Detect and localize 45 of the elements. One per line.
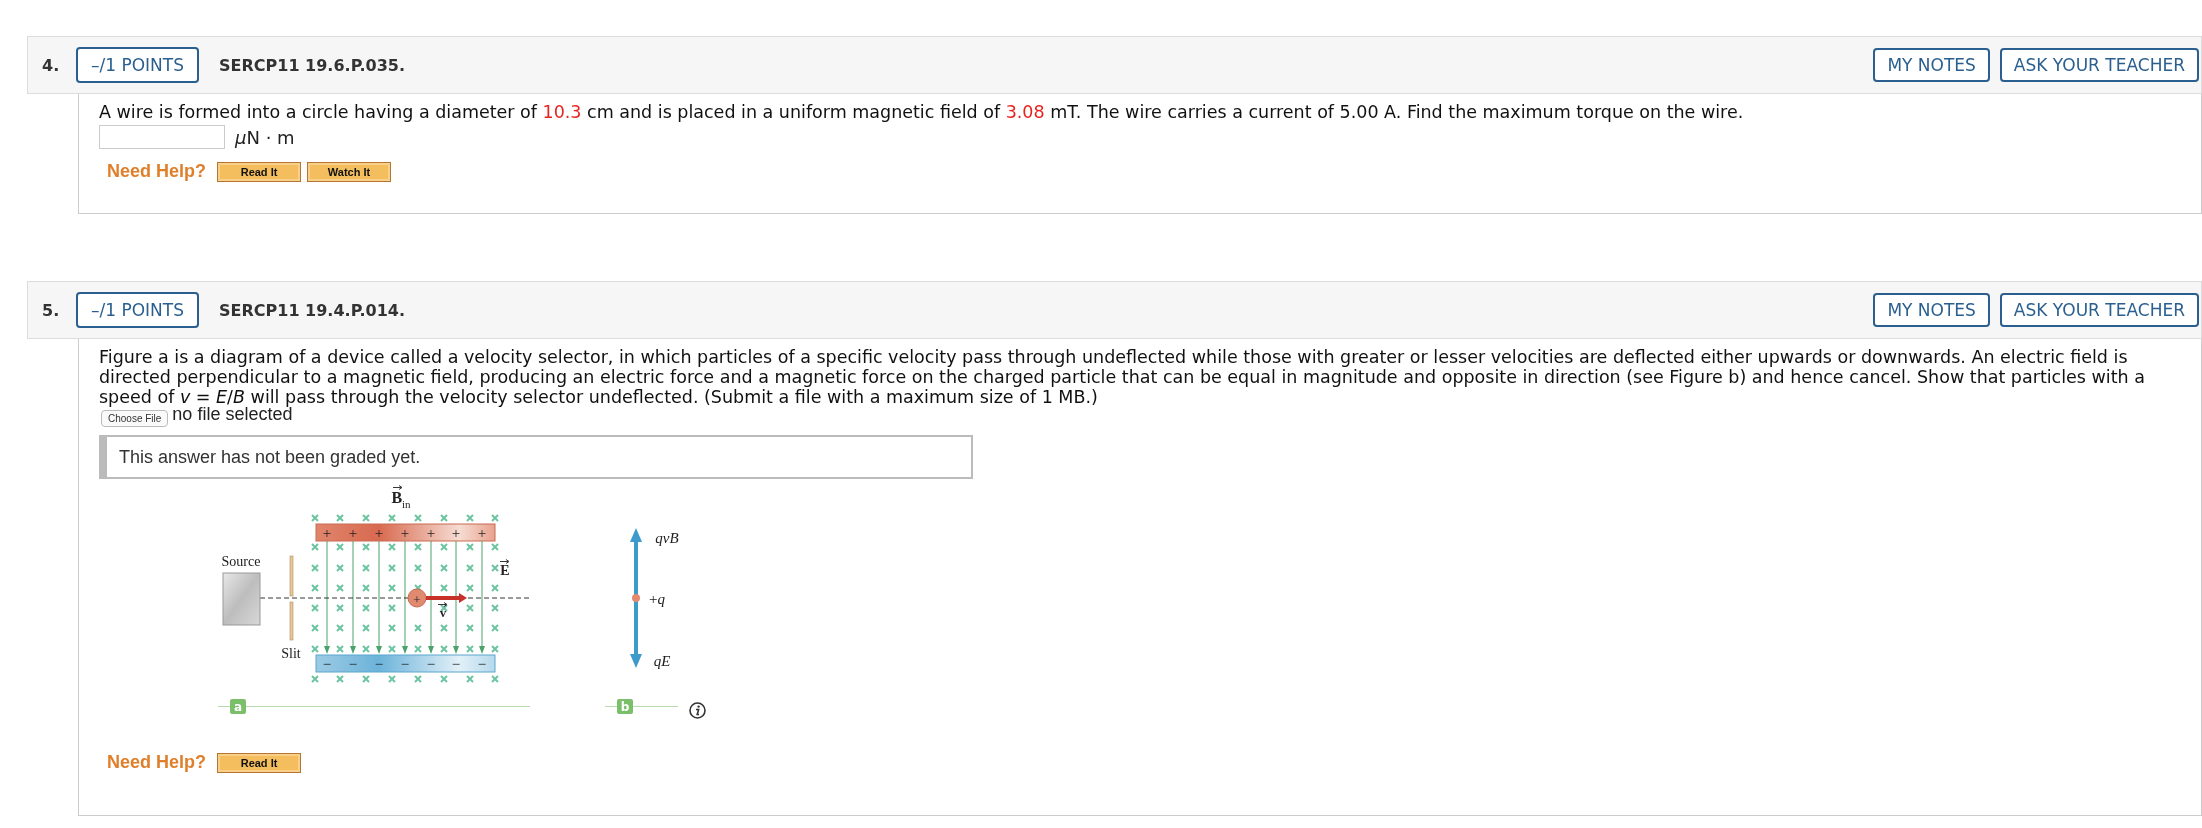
minus-sign: − — [477, 656, 487, 672]
particle-sign: + — [413, 592, 421, 606]
ask-teacher-button[interactable]: ASK YOUR TEACHER — [1999, 293, 2199, 327]
need-help-label: Need Help? — [107, 752, 207, 773]
watch-it-button[interactable]: Watch It — [307, 161, 392, 182]
field-label: B$_{in}$ — [391, 490, 411, 510]
velocity-label: v — [439, 605, 447, 619]
force-label: qvB — [655, 530, 679, 546]
plus-sign: + — [322, 525, 332, 541]
question-text: A wire is formed into a circle having a diameter of 10.3 cm and is placed in a uniform magnetic field of 3.08 mT. The wire carries a current of 5.00 A. Find the maximum torque on the wire. — [99, 102, 1745, 122]
points-button[interactable]: –/1 POINTS — [76, 292, 199, 328]
plus-sign: + — [374, 525, 384, 541]
grading-status: This answer has not been graded yet. — [99, 435, 973, 479]
minus-sign: − — [400, 656, 410, 672]
plus-sign: + — [348, 525, 358, 541]
read-it-button[interactable]: Read It — [217, 161, 302, 182]
source-label: Source — [221, 555, 261, 569]
slit-label: Slit — [281, 647, 301, 661]
plus-sign: + — [477, 525, 487, 541]
points-button[interactable]: –/1 POINTS — [76, 47, 199, 83]
field-label: E — [500, 564, 510, 578]
minus-sign: − — [451, 656, 461, 672]
charge-label: +q — [649, 591, 665, 607]
notes-button[interactable]: MY NOTES — [1873, 293, 1990, 327]
need-help-label: Need Help? — [107, 161, 207, 182]
plus-sign: + — [400, 525, 410, 541]
plus-sign: + — [426, 525, 436, 541]
force-label: qE — [653, 653, 671, 669]
question-code: SERCP11 19.6.P.035. — [219, 55, 406, 75]
notes-button[interactable]: MY NOTES — [1873, 48, 1990, 82]
minus-sign: − — [426, 656, 436, 672]
question-number: 4. — [42, 55, 61, 75]
figure-label: b — [617, 699, 633, 714]
ask-teacher-button[interactable]: ASK YOUR TEACHER — [1999, 48, 2199, 82]
choose-file-button[interactable]: Choose File — [101, 410, 169, 427]
figure-label: a — [230, 699, 246, 714]
read-it-button[interactable]: Read It — [217, 752, 302, 773]
minus-sign: − — [374, 656, 384, 672]
minus-sign: − — [348, 656, 358, 672]
plus-sign: + — [451, 525, 461, 541]
minus-sign: − — [322, 656, 332, 672]
question-number: 5. — [42, 300, 61, 320]
unit-label: μN · m — [235, 126, 295, 148]
question-text: Figure a is a diagram of a device called a velocity selector, in which particles of a specific velocity pass through undeflected while those with greater or lesser velocities are deflected either upwards or downwards. An electric field is directed perpendicular to a magnetic field, producing an electric force and a magnetic force on the charged particle that can be equal in magnitude and opposite in direction (see Figure b) and hence cancel. Show that particles with a speed of v = E/B will pass through the velocity selector undeflected. (Submit a file with a maximum size of 1 MB.) — [99, 347, 2146, 407]
question-code: SERCP11 19.4.P.014. — [219, 300, 406, 320]
